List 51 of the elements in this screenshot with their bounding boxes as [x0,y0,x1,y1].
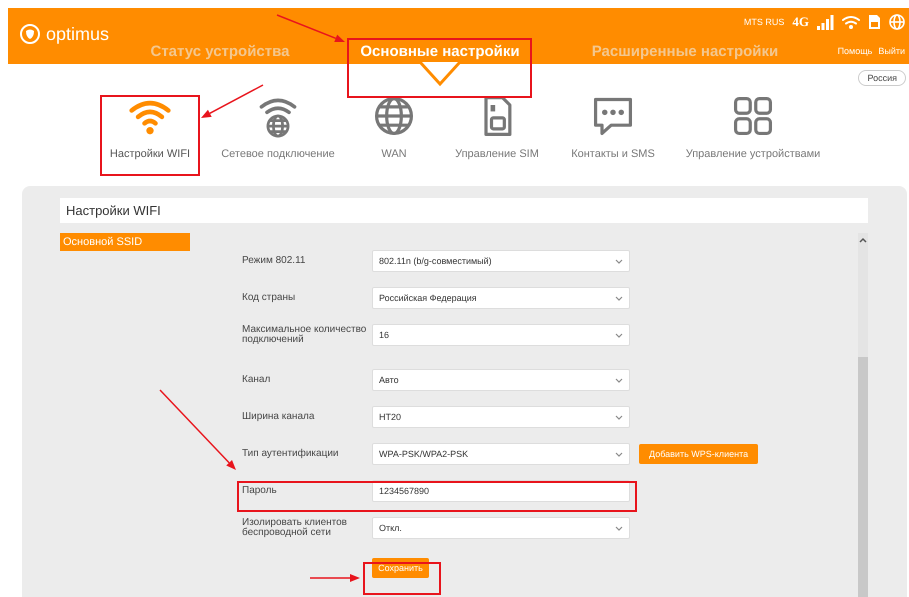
dropdown-field[interactable]: Авто [372,369,630,391]
dropdown-field[interactable]: 802.11n (b/g-совместимый) [372,250,630,272]
logo-text: optimus [46,24,110,44]
globe-icon [889,14,905,30]
password-field[interactable]: 1234567890 [372,480,630,502]
dropdown-field[interactable]: HT20 [372,406,630,428]
category-item[interactable]: WAN [356,94,432,160]
scrollbar[interactable] [858,233,868,597]
field-label: Тип аутентификации [242,449,340,459]
field-label: Изолировать клиентов беспроводной сети [242,518,348,538]
sim-card-icon [868,14,881,30]
header-link[interactable]: Выйти [878,46,905,56]
annotation-arrow [276,14,345,42]
category-item[interactable]: Контакты и SMS [562,94,664,160]
field-label: Режим 802.11 [242,256,306,266]
category-item[interactable]: Управление SIM [432,94,562,160]
wifi-icon [842,15,860,29]
field-label: Пароль [242,486,278,496]
dropdown-field[interactable]: Российская Федерация [372,287,630,309]
chevron-down-icon [615,452,623,456]
annotation-arrow [201,84,264,118]
chevron-down-icon [615,296,623,300]
panel-title: Настройки WIFI [60,198,868,223]
category-item[interactable]: Настройки WIFI [100,94,200,160]
header-link[interactable]: Помощь [838,46,872,56]
save-button[interactable]: Сохранить [372,558,429,578]
chevron-down-icon [615,378,623,382]
operator-name: MTS RUS [744,17,784,27]
nav-tab[interactable]: Основные настройки [310,42,570,64]
chevron-down-icon [615,526,623,530]
scroll-up-icon [859,237,867,244]
network-type: 4G [792,14,809,30]
grid-icon [731,94,775,138]
wps-button[interactable]: Добавить WPS-клиента [639,444,758,464]
chevron-down-icon [615,332,623,338]
chevron-down-icon [615,258,623,264]
field-label: Код страны [242,293,296,303]
side-tab[interactable]: Основной SSID [60,233,190,251]
field-label: Максимальное количество подключений [242,325,368,345]
annotation-arrow [310,574,360,582]
dropdown-field[interactable]: Откл. [372,517,630,539]
field-label: Ширина канала [242,412,316,422]
field-label: Канал [242,375,272,385]
category-item[interactable]: Управление устройствами [664,94,842,160]
dropdown-field[interactable]: 16 [372,324,630,346]
signal-icon [817,14,834,30]
dropdown-field[interactable]: WPA-PSK/WPA2-PSK [372,443,630,465]
language-selector[interactable]: Россия [858,70,906,86]
chevron-down-icon [615,414,623,420]
category-item[interactable]: Сетевое подключение [200,94,356,160]
logo-icon [20,24,40,44]
